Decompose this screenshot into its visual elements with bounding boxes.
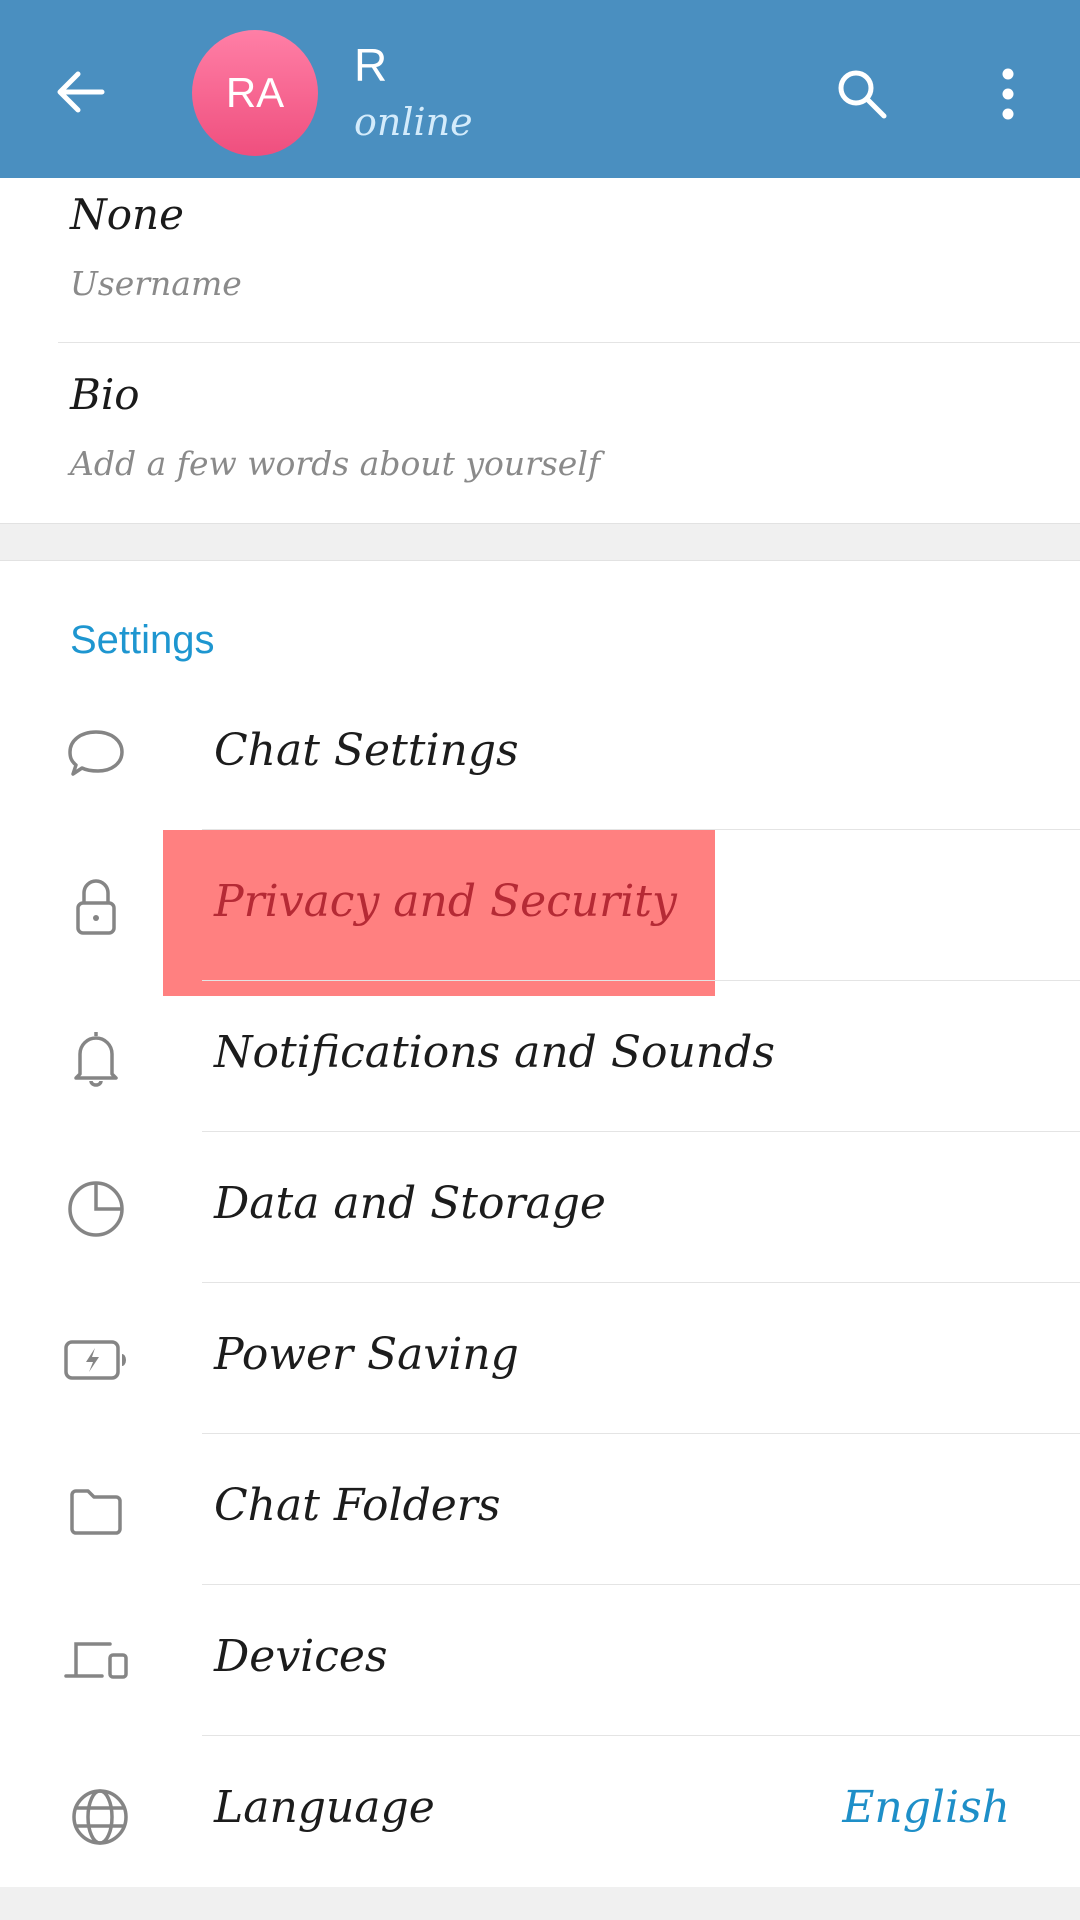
settings-item-language[interactable]: Language English xyxy=(0,1736,1080,1887)
settings-section: Settings Chat Settings Privacy and Secur… xyxy=(0,560,1080,1887)
profile-info-section: None Username Bio Add a few words about … xyxy=(0,178,1080,524)
devices-icon xyxy=(64,1642,128,1679)
language-value: English xyxy=(842,1782,1010,1833)
divider xyxy=(58,342,1080,343)
lock-icon xyxy=(76,879,116,935)
bio-title: Bio xyxy=(70,370,140,419)
search-icon[interactable] xyxy=(832,64,892,124)
settings-item-chat-folders[interactable]: Chat Folders xyxy=(0,1434,1080,1585)
item-label: Notifications and Sounds xyxy=(214,1027,775,1078)
bell-icon xyxy=(74,1032,118,1087)
item-label: Privacy and Security xyxy=(214,876,677,927)
item-label: Data and Storage xyxy=(214,1178,606,1229)
settings-item-privacy-and-security[interactable]: Privacy and Security xyxy=(0,830,1080,981)
settings-item-devices[interactable]: Devices xyxy=(0,1585,1080,1736)
username-label: Username xyxy=(70,264,242,303)
item-label: Language xyxy=(214,1782,435,1833)
username-value: None xyxy=(70,190,184,239)
item-label: Power Saving xyxy=(214,1329,519,1380)
item-label: Chat Folders xyxy=(214,1480,501,1531)
battery-bolt-icon xyxy=(64,1340,126,1380)
globe-icon xyxy=(72,1789,128,1845)
folder-icon xyxy=(70,1489,122,1535)
settings-item-notifications-and-sounds[interactable]: Notifications and Sounds xyxy=(0,981,1080,1132)
more-vertical-icon[interactable] xyxy=(990,66,1026,122)
settings-item-power-saving[interactable]: Power Saving xyxy=(0,1283,1080,1434)
arrow-left-icon[interactable] xyxy=(52,64,108,120)
settings-item-data-and-storage[interactable]: Data and Storage xyxy=(0,1132,1080,1283)
settings-item-chat-settings[interactable]: Chat Settings xyxy=(0,679,1080,830)
chat-bubble-icon xyxy=(68,730,124,776)
avatar[interactable]: RA xyxy=(192,30,318,156)
item-label: Devices xyxy=(214,1631,388,1682)
profile-name: R xyxy=(354,39,388,91)
online-status: online xyxy=(354,100,473,144)
bio-placeholder: Add a few words about yourself xyxy=(70,444,601,483)
item-label: Chat Settings xyxy=(214,725,519,776)
top-app-bar: RA R online xyxy=(0,0,1080,178)
pie-chart-icon xyxy=(68,1181,124,1237)
section-title: Settings xyxy=(70,618,215,662)
